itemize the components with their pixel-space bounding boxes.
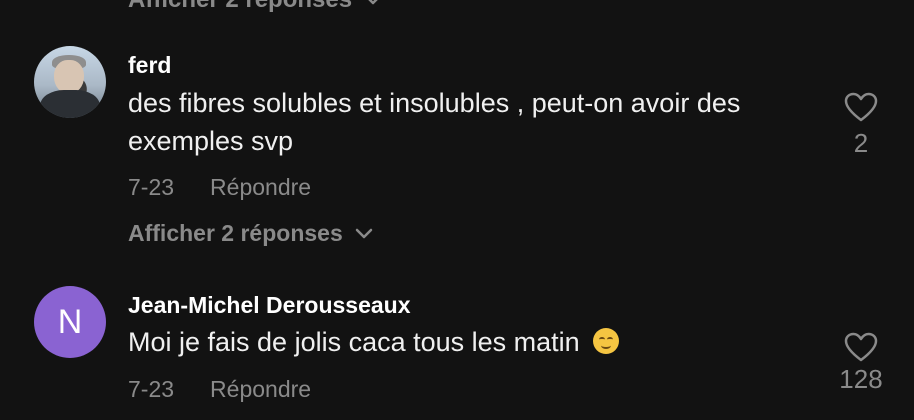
avatar-letter: N [57,302,83,341]
heart-icon [821,332,901,362]
reply-button[interactable]: Répondre [210,174,311,201]
comment-text: Moi je fais de jolis caca tous les matin [128,323,818,361]
avatar[interactable]: N [34,286,106,358]
comment-text: des fibres solubles et insolubles , peut… [128,88,741,156]
like-button[interactable]: 128 [821,332,901,395]
avatar-face [54,60,84,94]
like-count: 128 [839,364,883,394]
show-replies-button-top[interactable]: Afficher 2 réponses [128,0,382,14]
reply-button[interactable]: Répondre [210,376,311,403]
like-count: 2 [853,128,869,158]
avatar[interactable] [34,46,106,118]
comments-panel: Afficher 2 réponses ferd des fibres solu… [0,0,914,420]
like-button[interactable]: 2 [821,92,901,159]
chevron-down-icon [364,0,382,6]
show-replies-label: Afficher 2 réponses [128,220,343,246]
chevron-down-icon [355,228,373,240]
relieved-face-icon [593,328,620,354]
comment-meta: 7-23 Répondre [128,174,311,201]
comment-meta: 7-23 Répondre [128,376,311,403]
comment-date: 7-23 [128,174,175,200]
comment-text-content: Moi je fais de jolis caca tous les matin [128,327,580,357]
comment-username[interactable]: Jean-Michel Derousseaux [128,292,411,319]
show-replies-label: Afficher 2 réponses [128,0,352,14]
comment-username[interactable]: ferd [128,52,171,79]
show-replies-button[interactable]: Afficher 2 réponses [128,220,373,247]
comment-date: 7-23 [128,376,175,402]
avatar-body [40,90,100,118]
heart-icon [821,92,901,122]
